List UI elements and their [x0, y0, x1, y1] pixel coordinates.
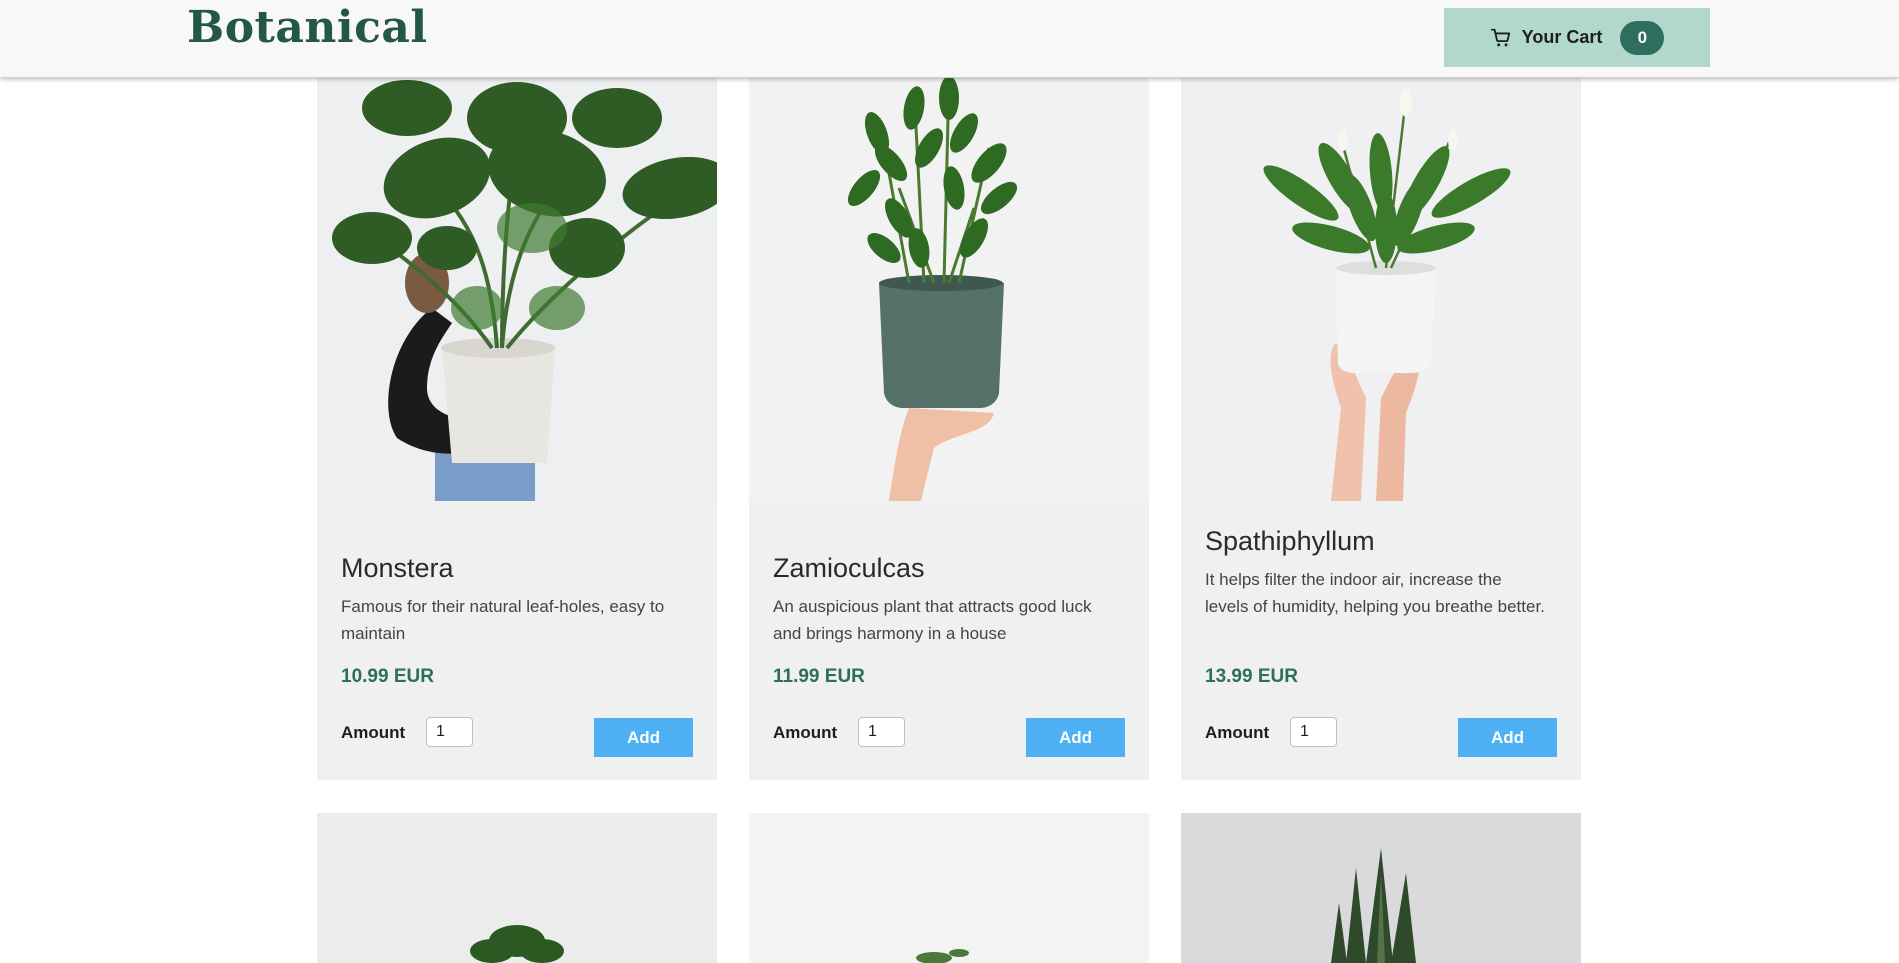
product-price: 11.99 EUR: [773, 666, 865, 687]
product-image-monstera: [317, 78, 717, 501]
amount-input[interactable]: [858, 717, 905, 747]
product-description: An auspicious plant that attracts good l…: [773, 597, 1092, 643]
product-description: Famous for their natural leaf-holes, eas…: [341, 597, 665, 643]
product-name: Zamioculcas: [773, 553, 925, 583]
product-image-spathiphyllum: [1181, 78, 1581, 501]
product-card-row2-1: [317, 813, 717, 963]
product-price: 13.99 EUR: [1205, 666, 1298, 687]
amount-label: Amount: [773, 723, 838, 742]
product-image-row2-3: [1181, 813, 1581, 963]
shopping-cart-icon: [1490, 28, 1510, 46]
product-image-zamioculcas: [749, 78, 1149, 501]
product-card-row2-2: [749, 813, 1149, 963]
product-name: Monstera: [341, 553, 454, 583]
amount-label: Amount: [341, 723, 406, 742]
product-card-monstera: Monstera Famous for their natural leaf-h…: [317, 78, 717, 780]
amount-input[interactable]: [426, 717, 473, 747]
site-header: Botanical Your Cart 0: [0, 0, 1899, 77]
product-description: It helps filter the indoor air, increase…: [1205, 570, 1545, 616]
amount-label: Amount: [1205, 723, 1270, 742]
product-card-row2-3: [1181, 813, 1581, 963]
product-image-row2-2: [749, 813, 1149, 963]
amount-input[interactable]: [1290, 717, 1337, 747]
cart-button[interactable]: Your Cart 0: [1444, 8, 1710, 67]
cart-count-badge: 0: [1620, 20, 1665, 55]
cart-label: Your Cart: [1521, 27, 1603, 47]
product-image-row2-1: [317, 813, 717, 963]
product-price: 10.99 EUR: [341, 666, 434, 687]
product-card-zamioculcas: Zamioculcas An auspicious plant that att…: [749, 78, 1149, 780]
add-to-cart-button[interactable]: Add: [594, 718, 693, 757]
add-to-cart-button[interactable]: Add: [1458, 718, 1557, 757]
product-card-spathiphyllum: Spathiphyllum It helps filter the indoor…: [1181, 78, 1581, 780]
logo[interactable]: Botanical: [187, 2, 428, 53]
add-to-cart-button[interactable]: Add: [1026, 718, 1125, 757]
product-name: Spathiphyllum: [1205, 526, 1375, 556]
